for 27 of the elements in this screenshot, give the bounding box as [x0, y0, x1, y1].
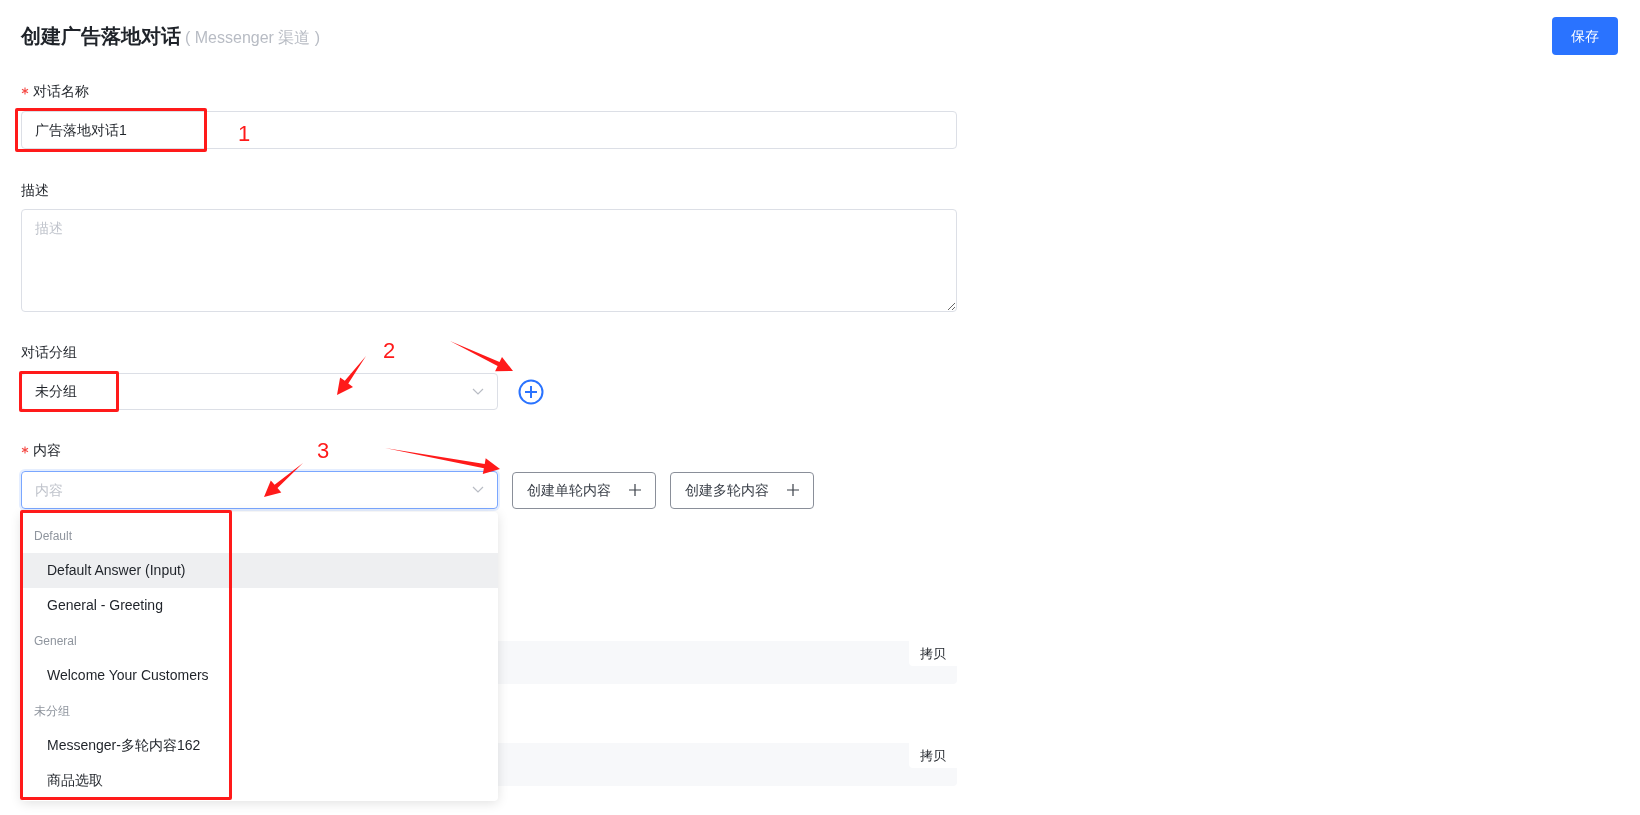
- create-content-button[interactable]: 创建单轮内容: [512, 471, 656, 509]
- save-button[interactable]: 保存: [1552, 17, 1618, 55]
- field-label: 描述: [21, 180, 49, 200]
- group-heading: Default: [34, 527, 73, 545]
- create-content-button[interactable]: 创建多轮内容: [670, 471, 814, 509]
- chevron-down-icon: [472, 387, 484, 396]
- add-circle-icon[interactable]: [518, 378, 544, 405]
- page-subtitle: ( Messenger 渠道 ): [185, 28, 321, 48]
- field-label: 对话分组: [21, 342, 77, 362]
- annotation-number: 2: [383, 337, 396, 365]
- group-heading: 未分组: [34, 702, 70, 720]
- group-heading: General: [34, 632, 77, 650]
- chevron-down-icon: [472, 486, 484, 494]
- annotation-number: 3: [317, 437, 330, 465]
- annotation-number: 1: [238, 120, 251, 148]
- dropdown-option[interactable]: Default Answer (Input): [21, 553, 498, 588]
- plus-icon: [629, 484, 641, 496]
- placeholder-text: 内容: [35, 480, 63, 500]
- description-textarea[interactable]: 描述: [21, 209, 957, 312]
- copy-button[interactable]: 拷贝: [909, 641, 957, 666]
- annotation-arrow: [450, 341, 513, 372]
- field-label: 对话名称: [33, 81, 89, 101]
- copy-button[interactable]: 拷贝: [909, 743, 957, 768]
- annotation-arrow: [337, 356, 366, 395]
- field-label: 内容: [33, 440, 61, 460]
- page-title: 创建广告落地对话: [21, 24, 181, 49]
- plus-icon: [787, 484, 799, 496]
